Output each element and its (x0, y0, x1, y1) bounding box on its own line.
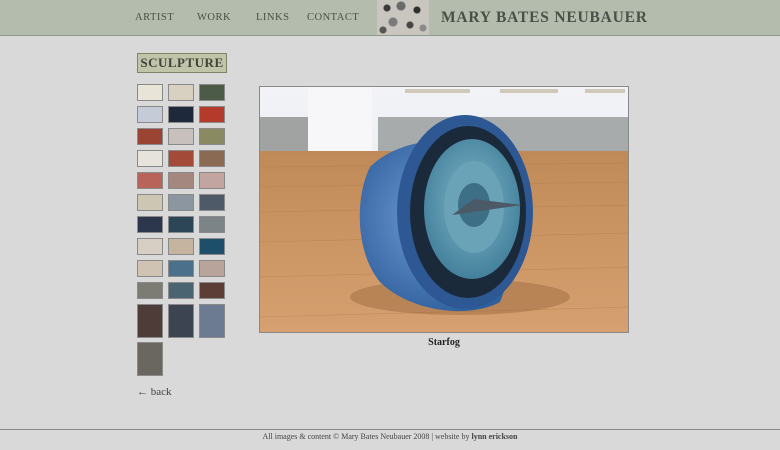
nav-links-link[interactable]: LINKS (256, 12, 289, 23)
thumbnail-30[interactable] (199, 282, 225, 299)
thumbnail-17[interactable] (168, 194, 194, 211)
thumbnail-27[interactable] (199, 260, 225, 277)
thumbnail-34[interactable] (137, 342, 163, 376)
back-link[interactable]: ← back (137, 386, 172, 398)
thumbnail-3[interactable] (199, 84, 225, 101)
thumbnail-5[interactable] (168, 106, 194, 123)
thumbnail-26[interactable] (168, 260, 194, 277)
thumbnail-19[interactable] (137, 216, 163, 233)
thumbnail-8[interactable] (168, 128, 194, 145)
thumbnail-23[interactable] (168, 238, 194, 255)
thumbnail-9[interactable] (199, 128, 225, 145)
thumbnail-13[interactable] (137, 172, 163, 189)
thumbnail-6[interactable] (199, 106, 225, 123)
thumbnail-20[interactable] (168, 216, 194, 233)
main-artwork-image (259, 86, 629, 333)
artwork-caption: Starfog (428, 337, 460, 348)
thumbnail-24[interactable] (199, 238, 225, 255)
thumbnail-2[interactable] (168, 84, 194, 101)
thumbnail-11[interactable] (168, 150, 194, 167)
header-logo-image (377, 0, 429, 35)
thumbnail-22[interactable] (137, 238, 163, 255)
thumbnail-31[interactable] (137, 304, 163, 338)
thumbnail-32[interactable] (168, 304, 194, 338)
footer: All images & content © Mary Bates Neubau… (0, 432, 780, 441)
thumbnail-21[interactable] (199, 216, 225, 233)
nav-artist-link[interactable]: ARTIST (135, 12, 174, 23)
thumbnail-33[interactable] (199, 304, 225, 338)
thumbnail-12[interactable] (199, 150, 225, 167)
nav-work-link[interactable]: WORK (197, 12, 231, 23)
thumbnail-10[interactable] (137, 150, 163, 167)
thumbnail-14[interactable] (168, 172, 194, 189)
top-navigation-bar: ARTIST WORK LINKS CONTACT MARY BATES NEU… (0, 0, 780, 36)
footer-copyright-text: All images & content © Mary Bates Neubau… (262, 432, 472, 441)
thumbnail-25[interactable] (137, 260, 163, 277)
thumbnail-1[interactable] (137, 84, 163, 101)
thumbnail-28[interactable] (137, 282, 163, 299)
footer-credit-link[interactable]: lynn erickson (471, 432, 517, 441)
thumbnail-16[interactable] (137, 194, 163, 211)
nav-contact-link[interactable]: CONTACT (307, 12, 359, 23)
thumbnail-18[interactable] (199, 194, 225, 211)
site-title[interactable]: MARY BATES NEUBAUER (441, 9, 648, 27)
section-title: SCULPTURE (137, 53, 227, 73)
thumbnail-4[interactable] (137, 106, 163, 123)
thumbnail-7[interactable] (137, 128, 163, 145)
thumbnail-29[interactable] (168, 282, 194, 299)
footer-divider (0, 429, 780, 430)
thumbnail-15[interactable] (199, 172, 225, 189)
